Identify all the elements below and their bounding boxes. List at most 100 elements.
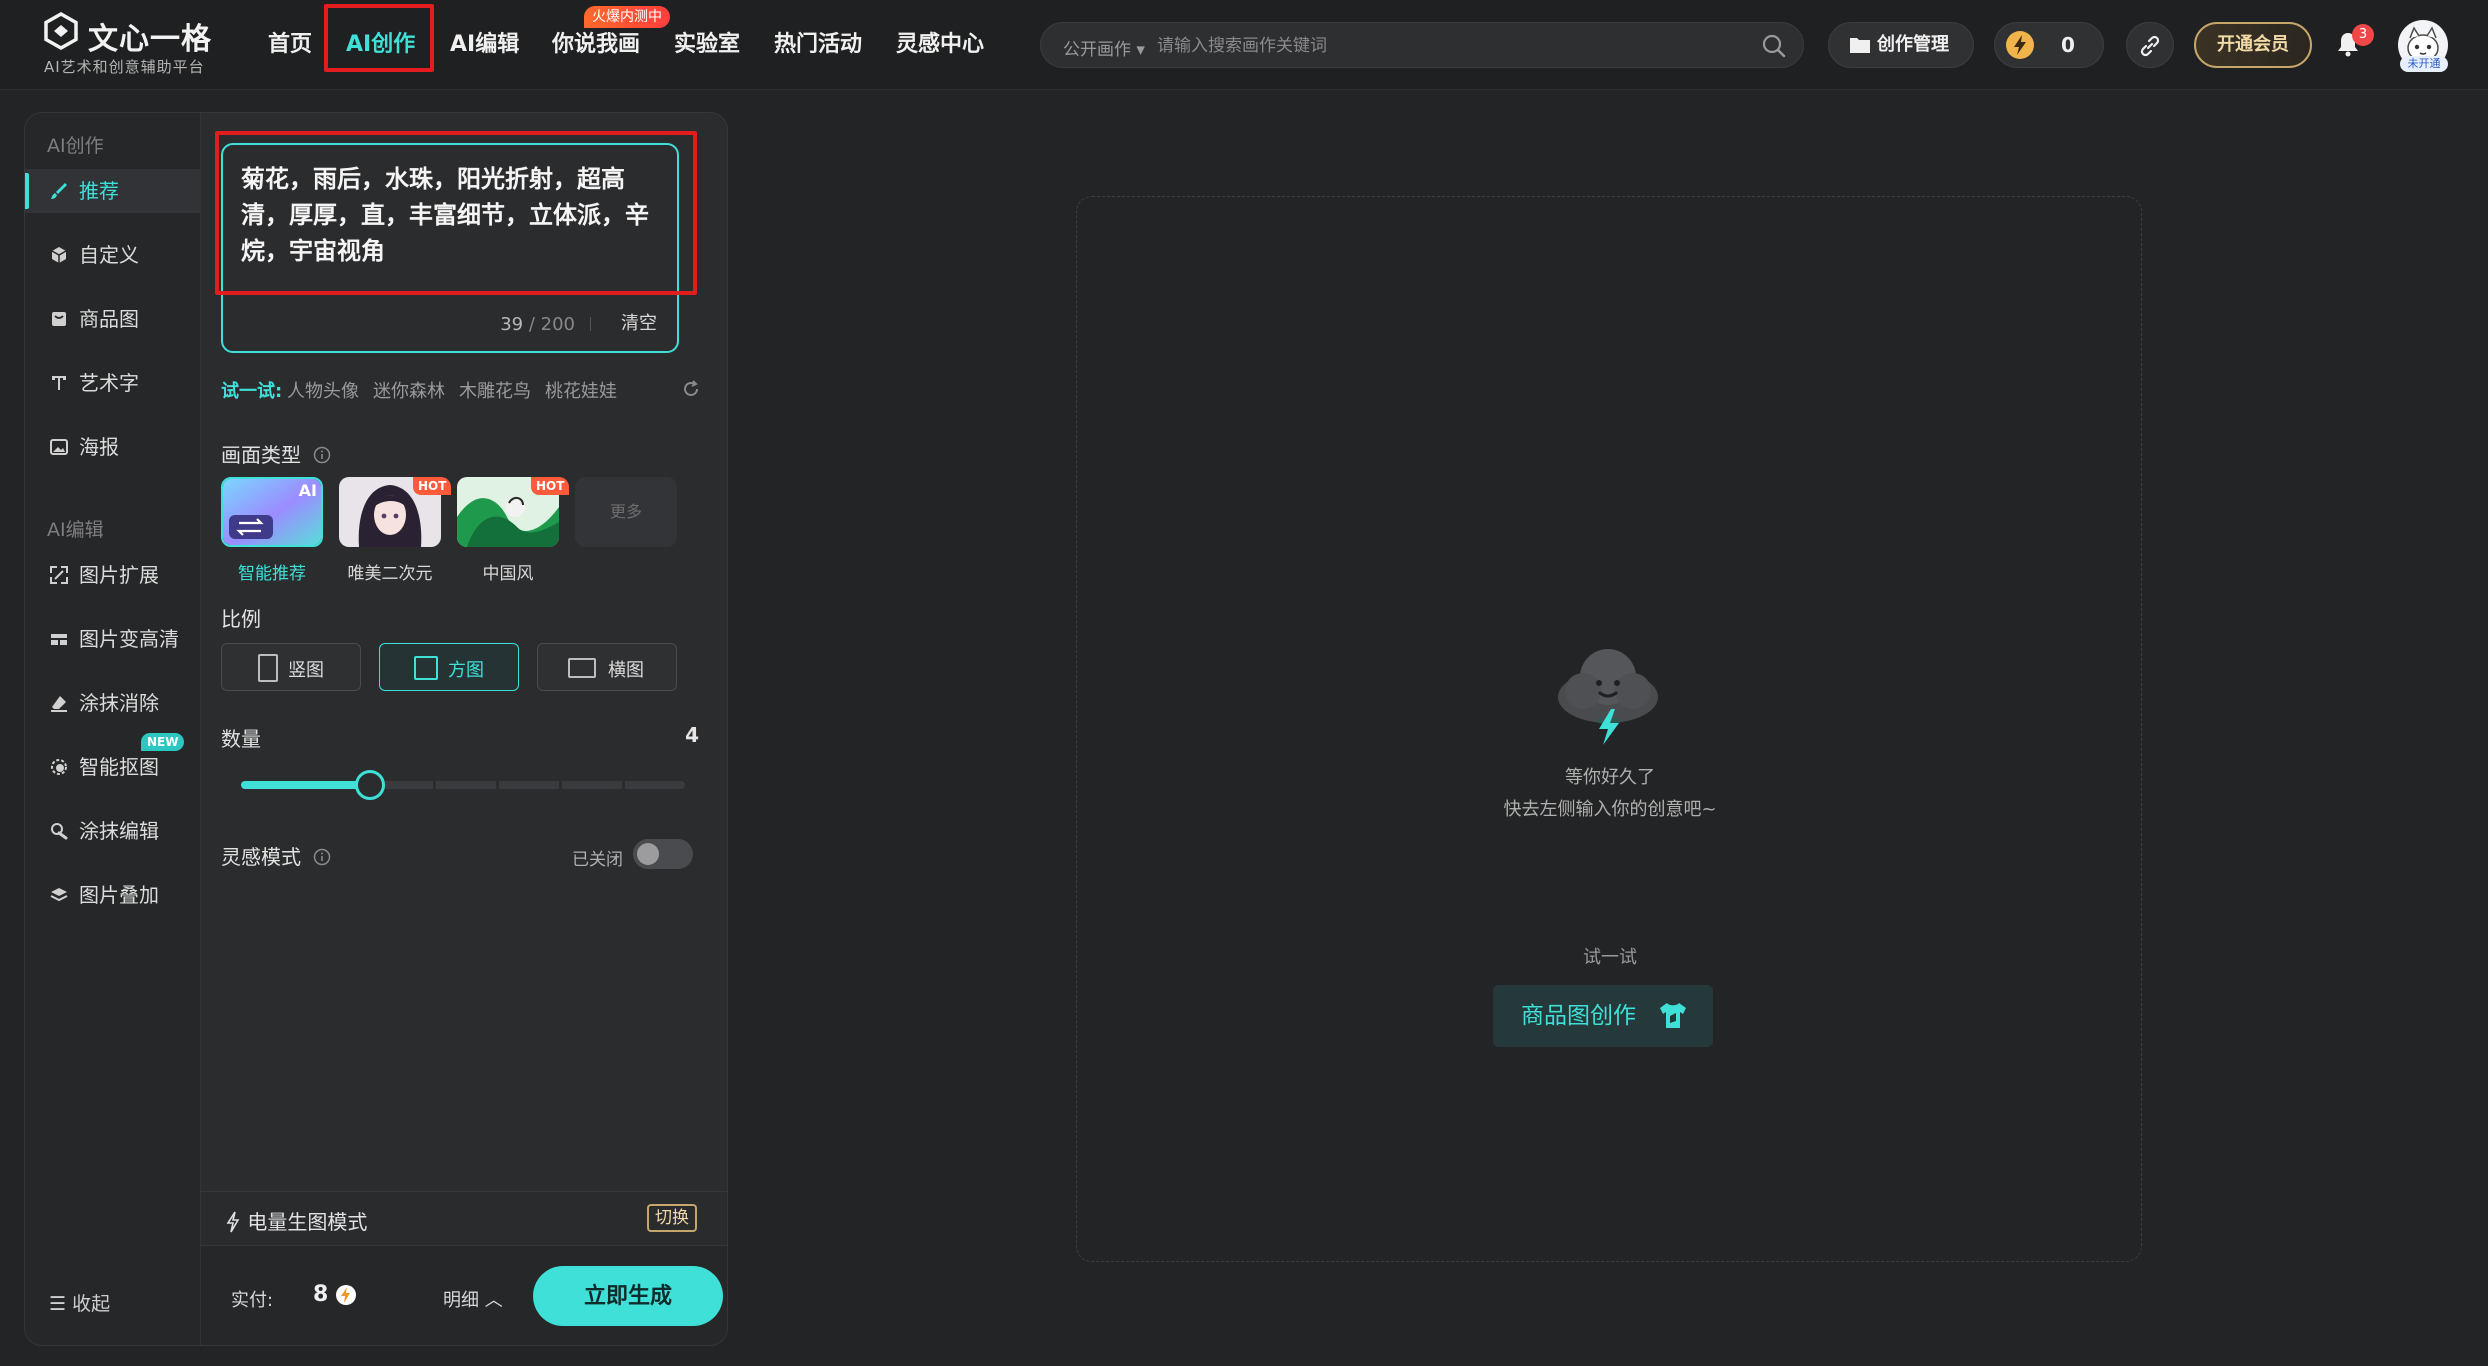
create-form: 菊花，雨后，水珠，阳光折射，超高清，厚厚，直，丰富细节，立体派，辛烷，宇宙视角 … bbox=[201, 113, 727, 1345]
eraser-icon bbox=[51, 696, 67, 712]
sidebar-item-art-text[interactable]: 艺术字 bbox=[25, 361, 201, 405]
slider-thumb[interactable] bbox=[355, 770, 385, 800]
prompt-textarea[interactable]: 菊花，雨后，水珠，阳光折射，超高清，厚厚，直，丰富细节，立体派，辛烷，宇宙视角 … bbox=[221, 143, 679, 353]
brand-slogan: AI艺术和创意辅助平台 bbox=[44, 58, 205, 76]
pay-label: 实付: bbox=[231, 1290, 274, 1311]
lightning-coin-icon bbox=[336, 1285, 356, 1305]
avatar-status-tag: 未开通 bbox=[2400, 56, 2448, 72]
new-badge: NEW bbox=[141, 733, 185, 751]
portrait-icon bbox=[258, 654, 278, 682]
info-icon[interactable] bbox=[313, 848, 331, 866]
nav-hot-events[interactable]: 热门活动 bbox=[774, 22, 862, 68]
sidebar-item-custom[interactable]: 自定义 bbox=[25, 233, 201, 277]
hot-badge: HOT bbox=[531, 477, 570, 495]
quantity-value: 4 bbox=[685, 723, 699, 747]
search-input[interactable] bbox=[1157, 31, 1737, 61]
product-creation-button[interactable]: 商品图创作 bbox=[1493, 985, 1713, 1047]
text-style-icon bbox=[52, 376, 66, 390]
prompt-text: 菊花，雨后，水珠，阳光折射，超高清，厚厚，直，丰富细节，立体派，辛烷，宇宙视角 bbox=[241, 165, 649, 265]
ai-badge: AI bbox=[298, 481, 317, 500]
open-membership-button[interactable]: 开通会员 bbox=[2194, 22, 2312, 68]
nav-lab[interactable]: 实验室 bbox=[674, 22, 740, 68]
sidebar-section-edit: AI编辑 bbox=[47, 519, 104, 541]
empty-state-subtitle: 快去左侧输入你的创意吧~ bbox=[1503, 799, 1717, 820]
ratio-portrait-button[interactable]: 竖图 bbox=[221, 643, 361, 691]
sidebar-item-poster[interactable]: 海报 bbox=[25, 425, 201, 469]
energy-balance[interactable]: 0 bbox=[1994, 22, 2104, 68]
search-bar: 公开画作 ▾ bbox=[1040, 22, 1804, 68]
link-icon bbox=[2140, 35, 2160, 57]
style-type-title: 画面类型 bbox=[221, 439, 331, 468]
result-canvas: 等你好久了 快去左侧输入你的创意吧~ 试一试 商品图创作 bbox=[1076, 196, 2142, 1262]
folder-icon bbox=[1850, 38, 1870, 53]
sidebar: AI创作 推荐 自定义 商品图 艺术字 海报 AI编辑 图片扩展 图片变高清 涂… bbox=[25, 113, 201, 1345]
switch-mode-button[interactable]: 切换 bbox=[647, 1204, 697, 1232]
tshirt-icon bbox=[1660, 1003, 1686, 1028]
nav-ai-create[interactable]: AI创作 bbox=[346, 22, 415, 68]
search-icon[interactable] bbox=[1761, 33, 1787, 59]
detail-toggle[interactable]: 明细 ︿ bbox=[443, 1286, 503, 1312]
lightning-icon bbox=[226, 1211, 240, 1233]
clear-prompt-button[interactable]: 清空 bbox=[621, 309, 657, 335]
style-option-smart[interactable]: AI bbox=[221, 477, 323, 547]
nav-you-say-i-draw[interactable]: 你说我画 bbox=[552, 22, 640, 68]
slider-fill bbox=[241, 781, 370, 789]
toggle-knob bbox=[637, 843, 659, 865]
search-scope-select[interactable]: 公开画作 ▾ bbox=[1063, 35, 1145, 60]
sidebar-item-smear-edit[interactable]: 涂抹编辑 bbox=[25, 809, 201, 853]
power-mode-row: 电量生图模式 切换 bbox=[201, 1191, 727, 1245]
sidebar-item-overlay[interactable]: 图片叠加 bbox=[25, 873, 201, 917]
sidebar-item-erase[interactable]: 涂抹消除 bbox=[25, 681, 201, 725]
prompt-char-count: 39 / 200 bbox=[500, 314, 575, 335]
quantity-title: 数量 bbox=[221, 727, 261, 751]
sidebar-item-recommend[interactable]: 推荐 bbox=[25, 169, 201, 213]
sidebar-item-cutout[interactable]: 智能抠图 NEW bbox=[25, 733, 201, 789]
refresh-icon[interactable] bbox=[681, 379, 701, 399]
landscape-icon bbox=[568, 658, 596, 678]
slider-notch bbox=[622, 781, 625, 789]
creation-manage-button[interactable]: 创作管理 bbox=[1828, 22, 1974, 68]
slider-notch bbox=[496, 781, 499, 789]
expand-icon bbox=[50, 566, 68, 584]
sidebar-section-create: AI创作 bbox=[47, 135, 104, 157]
inspiration-toggle[interactable] bbox=[633, 839, 693, 869]
ratio-landscape-button[interactable]: 横图 bbox=[537, 643, 677, 691]
info-icon[interactable] bbox=[313, 446, 331, 464]
hot-tag: 火爆内测中 bbox=[584, 6, 670, 28]
logo-icon bbox=[44, 12, 78, 50]
ratio-title: 比例 bbox=[221, 607, 261, 631]
sidebar-item-upscale[interactable]: 图片变高清 bbox=[25, 617, 201, 661]
pay-value: 8 bbox=[313, 1282, 329, 1307]
sidebar-item-expand[interactable]: 图片扩展 bbox=[25, 553, 201, 597]
inspiration-status: 已关闭 bbox=[572, 850, 623, 870]
product-icon bbox=[52, 312, 66, 326]
suggestion-chip[interactable]: 桃花娃娃 bbox=[545, 377, 617, 403]
brand-logo[interactable]: 文心一格 AI艺术和创意辅助平台 bbox=[42, 12, 232, 78]
suggestion-chip[interactable]: 迷你森林 bbox=[373, 377, 445, 403]
style-option-label: 唯美二次元 bbox=[347, 564, 433, 584]
collapse-sidebar-button[interactable]: ☰ 收起 bbox=[49, 1289, 110, 1316]
create-panel: AI创作 推荐 自定义 商品图 艺术字 海报 AI编辑 图片扩展 图片变高清 涂… bbox=[24, 112, 728, 1346]
empty-state-title: 等你好久了 bbox=[1565, 767, 1655, 788]
slider-notch bbox=[433, 781, 436, 789]
nav-ai-edit[interactable]: AI编辑 bbox=[450, 22, 519, 68]
style-more-button[interactable]: 更多 bbox=[575, 477, 677, 547]
notification-badge: 3 bbox=[2352, 24, 2374, 46]
image-icon bbox=[50, 439, 68, 455]
sidebar-item-product[interactable]: 商品图 bbox=[25, 297, 201, 341]
suggestion-chip[interactable]: 人物头像 bbox=[287, 377, 359, 403]
nav-home[interactable]: 首页 bbox=[268, 22, 312, 68]
share-link-button[interactable] bbox=[2126, 22, 2174, 68]
ratio-square-button[interactable]: 方图 bbox=[379, 643, 519, 691]
nav-inspiration[interactable]: 灵感中心 bbox=[896, 22, 984, 68]
suggestion-chip[interactable]: 木雕花鸟 bbox=[459, 377, 531, 403]
layers-icon bbox=[50, 888, 68, 902]
brush-icon bbox=[51, 183, 67, 199]
square-icon bbox=[414, 656, 438, 680]
lightning-coin-icon bbox=[2006, 31, 2034, 59]
menu-icon: ☰ bbox=[49, 1293, 67, 1315]
hd-icon bbox=[51, 634, 67, 645]
chevron-up-icon: ︿ bbox=[484, 1290, 503, 1311]
quantity-slider[interactable] bbox=[241, 770, 685, 800]
generate-button[interactable]: 立即生成 bbox=[533, 1266, 723, 1326]
